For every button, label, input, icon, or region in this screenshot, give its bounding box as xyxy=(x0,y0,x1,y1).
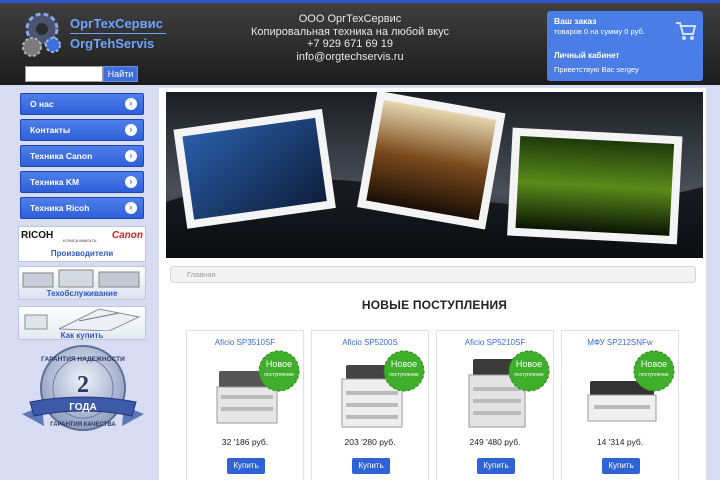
product-price: 203 '280 руб. xyxy=(344,437,396,447)
nav-canon[interactable]: Техника Canon › xyxy=(20,145,144,167)
account-link[interactable]: Личный кабинет xyxy=(554,51,696,60)
product-price: 14 '314 руб. xyxy=(596,437,644,447)
badge-line1: Новое xyxy=(516,359,542,369)
section-title: НОВЫЕ ПОСТУПЛЕНИЯ xyxy=(361,298,508,312)
nav-about[interactable]: О нас › xyxy=(20,93,144,115)
buy-button[interactable]: Купить xyxy=(477,458,515,474)
product-price: 249 '480 руб. xyxy=(469,437,521,447)
product-card: Aficio SP5200S Новое поступление 203 '28… xyxy=(311,330,429,480)
new-arrival-badge-icon: Новое поступление xyxy=(633,350,675,392)
badge-line1: Новое xyxy=(641,359,667,369)
nav-km-label: Техника KM xyxy=(30,177,80,187)
hero-banner xyxy=(166,92,703,258)
howtobuy-banner[interactable]: Как купить xyxy=(18,306,146,340)
nav-km[interactable]: Техника KM › xyxy=(20,171,144,193)
chevron-right-icon: › xyxy=(125,98,137,110)
photos-collage-image xyxy=(166,92,703,258)
cart-panel: Ваш заказ товаров 0 на сумму 0 руб. Личн… xyxy=(547,11,703,81)
nav-about-label: О нас xyxy=(30,99,54,109)
copiers-image-icon xyxy=(22,269,140,288)
product-price: 32 '186 руб. xyxy=(221,437,269,447)
new-arrival-badge-icon: Новое поступление xyxy=(383,350,425,392)
search-button[interactable]: Найти xyxy=(103,66,138,82)
product-name[interactable]: Aficio SP3510SF xyxy=(187,338,303,347)
company-name: ООО ОргТехСервис xyxy=(298,13,402,25)
logo-text-ru: ОргТехСервис xyxy=(70,16,163,31)
badge-line1: Новое xyxy=(266,359,292,369)
new-arrival-badge-icon: Новое поступление xyxy=(258,350,300,392)
calculator-icon xyxy=(24,308,141,331)
nav-ricoh[interactable]: Техника Ricoh › xyxy=(20,197,144,219)
gears-icon xyxy=(22,12,61,57)
ricoh-logo: RICOH xyxy=(21,230,54,241)
howtobuy-caption: Как купить xyxy=(60,331,104,340)
product-name[interactable]: МФУ SP212SNFw xyxy=(562,338,678,347)
buy-button[interactable]: Купить xyxy=(602,458,640,474)
konica-logo: KONICA MINOLTA xyxy=(63,238,97,243)
logo-divider xyxy=(70,33,166,34)
company-email[interactable]: info@orgtechservis.ru xyxy=(230,51,470,64)
badge-line2: поступление xyxy=(639,372,669,378)
guarantee-top-text: ГАРАНТИЯ НАДЕЖНОСТИ xyxy=(41,356,125,363)
guarantee-years: ГОДА xyxy=(69,402,97,413)
chevron-right-icon: › xyxy=(125,202,137,214)
greeting-text: Приветствую Вас sergey xyxy=(554,65,639,74)
product-name[interactable]: Aficio SP5210SF xyxy=(437,338,553,347)
breadcrumb: Главная xyxy=(170,266,696,283)
product-card: Aficio SP3510SF Новое поступление 32 '18… xyxy=(186,330,304,480)
search-input[interactable] xyxy=(25,66,103,82)
site-logo[interactable]: ОргТехСервис OrgTehServis xyxy=(20,9,170,61)
guarantee-bottom-text: ГАРАНТИЯ КАЧЕСТВА xyxy=(50,422,116,428)
buy-button[interactable]: Купить xyxy=(227,458,265,474)
chevron-right-icon: › xyxy=(125,124,137,136)
product-card: Aficio SP5210SF Новое поступление 249 '4… xyxy=(436,330,554,480)
badge-line1: Новое xyxy=(391,359,417,369)
guarantee-number: 2 xyxy=(77,372,89,398)
badge-line2: поступление xyxy=(264,372,294,378)
logo-text-en: OrgTehServis xyxy=(70,36,155,51)
new-arrival-badge-icon: Новое поступление xyxy=(508,350,550,392)
manufacturers-banner[interactable]: RICOH KONICA MINOLTA Canon Производители xyxy=(18,226,146,262)
guarantee-seal-icon: ГАРАНТИЯ НАДЕЖНОСТИ 2 ГОДА ГАРАНТИЯ КАЧЕ… xyxy=(22,345,144,431)
breadcrumb-home[interactable]: Главная xyxy=(187,270,216,279)
nav-ricoh-label: Техника Ricoh xyxy=(30,203,90,213)
site-header: ОргТехСервис OrgTehServis Найти ООО ОргТ… xyxy=(0,0,720,85)
manufacturers-caption: Производители xyxy=(50,249,114,258)
nav-canon-label: Техника Canon xyxy=(30,151,93,161)
chevron-right-icon: › xyxy=(125,150,137,162)
chevron-right-icon: › xyxy=(125,176,137,188)
badge-line2: поступление xyxy=(389,372,419,378)
nav-contacts[interactable]: Контакты › xyxy=(20,119,144,141)
service-banner[interactable]: Техобслуживание xyxy=(18,266,146,300)
service-caption: Техобслуживание xyxy=(46,289,118,298)
cart-icon[interactable] xyxy=(675,21,697,41)
product-name[interactable]: Aficio SP5200S xyxy=(312,338,428,347)
company-slogan: Копировальная техника на любой вкус xyxy=(251,25,449,38)
nav-contacts-label: Контакты xyxy=(30,125,71,135)
product-card: МФУ SP212SNFw Новое поступление 14 '314 … xyxy=(561,330,679,480)
badge-line2: поступление xyxy=(514,372,544,378)
company-phone[interactable]: +7 929 671 69 19 xyxy=(230,38,470,51)
buy-button[interactable]: Купить xyxy=(352,458,390,474)
canon-logo: Canon xyxy=(111,230,143,241)
company-info: ООО ОргТехСервис Копировальная техника н… xyxy=(230,13,470,63)
